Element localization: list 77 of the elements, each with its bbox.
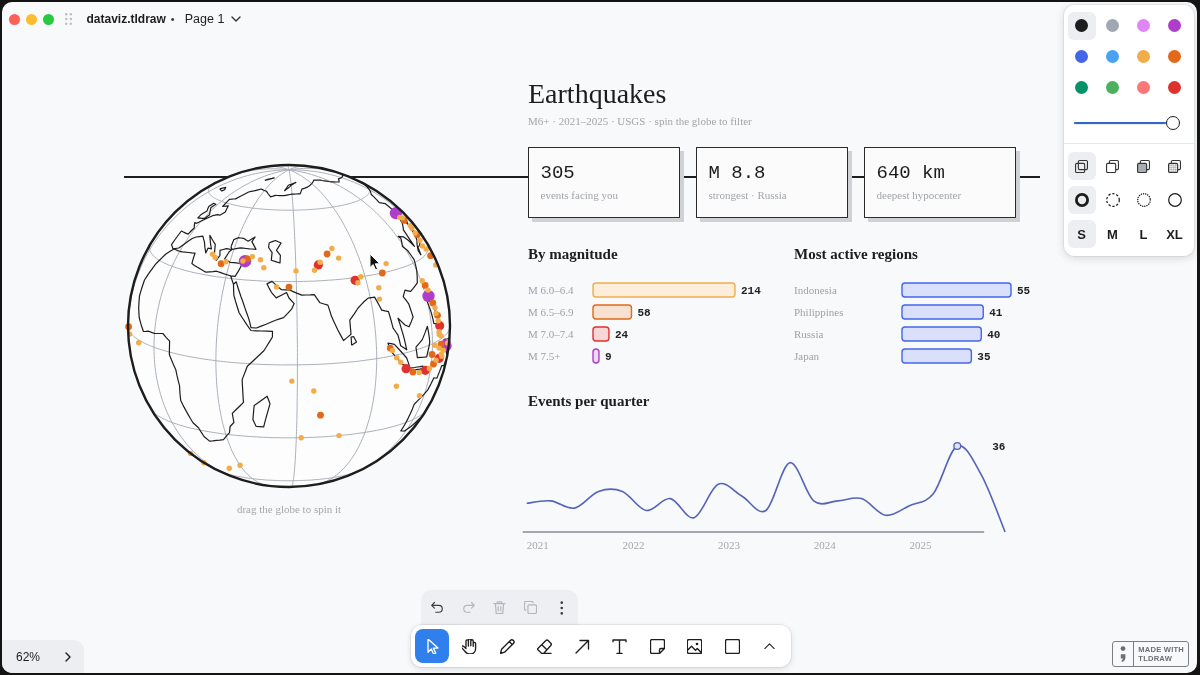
dashboard-subtitle: M6+ · 2021–2025 · USGS · spin the globe to filter (528, 114, 753, 129)
axis-label: 2023 (718, 538, 741, 551)
solid-squares-icon (1137, 159, 1150, 173)
stat-value: M 8.8 (708, 162, 767, 184)
slider-thumb[interactable] (1166, 116, 1180, 130)
more-icon (559, 600, 564, 615)
peak-label: 36 (992, 440, 1006, 453)
stat-value: 305 (540, 162, 576, 184)
chevron-down-icon (231, 16, 242, 22)
bar-value: 55 (1017, 284, 1031, 297)
bar-label: Indonesia (794, 283, 837, 296)
size-option-button[interactable]: S (1067, 220, 1096, 248)
axis-label: 2025 (909, 538, 932, 551)
bar-value: 214 (741, 284, 761, 297)
stat-label: deepest hypocenter (876, 188, 963, 202)
bar-label: Russia (794, 327, 824, 340)
redo-icon (462, 601, 475, 614)
chevron-up-icon (764, 642, 775, 650)
stat-label: strongest · Russia (708, 188, 788, 202)
dotted-circle-icon (1136, 193, 1151, 207)
bar-value: 40 (987, 328, 1001, 341)
trash-icon (493, 601, 506, 614)
bar-value: 41 (989, 306, 1003, 319)
stat-value: 640 km (876, 162, 946, 184)
hand-icon (462, 638, 477, 654)
eraser-icon (537, 638, 552, 654)
axis-label: 2022 (622, 538, 645, 551)
undo-icon (431, 601, 444, 614)
bar-label: M 6.5–6.9 (528, 305, 574, 318)
pointer-icon (424, 638, 440, 654)
logo-icon (1120, 646, 1127, 662)
hatched-squares-icon (1168, 159, 1181, 173)
bar-value: 9 (604, 350, 612, 363)
file-name: dataviz.tldraw (86, 12, 166, 26)
select-tool-button[interactable] (415, 629, 449, 663)
image-icon (687, 638, 702, 654)
bar-value: 58 (637, 306, 651, 319)
bar-value: 35 (977, 350, 991, 363)
axis-label: 2021 (526, 538, 549, 551)
text-icon (612, 638, 627, 654)
pencil-icon (499, 638, 515, 654)
zoom-level-button[interactable]: 62% (14, 647, 43, 666)
axis-label: 2024 (813, 538, 836, 551)
chart-title: Most active regions (794, 245, 919, 264)
globe[interactable] (125, 162, 453, 490)
bar-label: M 7.5+ (528, 349, 561, 362)
semi-filled-squares-icon (1106, 159, 1119, 173)
size-option-button[interactable]: XL (1160, 220, 1189, 248)
bar-label: M 6.0–6.4 (528, 283, 574, 296)
bar-value: 24 (614, 328, 629, 341)
unsaved-dot: • (170, 13, 175, 25)
dashboard-title: Earthquakes (528, 77, 668, 111)
color-option-button[interactable] (1067, 11, 1096, 40)
duplicate-icon (524, 601, 537, 614)
circle-icon (1167, 193, 1182, 207)
dash-option-button[interactable] (1067, 186, 1096, 214)
thick-ring-icon (1074, 193, 1089, 207)
chevron-right-icon (65, 651, 71, 662)
bar-label: M 7.0–7.4 (528, 327, 574, 340)
chart-title: Events per quarter (528, 391, 651, 411)
globe-caption: drag the globe to spin it (235, 502, 343, 516)
outlined-squares-icon (1075, 159, 1088, 173)
drag-handle-icon (64, 13, 72, 25)
stat-label: events facing you (540, 188, 620, 202)
dashed-circle-icon (1105, 193, 1120, 207)
sticky-note-icon (649, 638, 665, 654)
bar-label: Philippines (794, 305, 844, 318)
chart-title: By magnitude (528, 245, 619, 264)
size-option-button[interactable]: L (1129, 220, 1158, 248)
size-option-button[interactable]: M (1098, 220, 1127, 248)
fill-option-button[interactable] (1067, 152, 1096, 180)
arrow-icon (574, 638, 590, 654)
mouse-pointer-icon (369, 253, 381, 271)
close-window-button[interactable] (8, 13, 20, 25)
page-menu-button[interactable]: Page 1 (182, 7, 244, 31)
peak-marker-icon (953, 441, 962, 450)
bar-label: Japan (794, 349, 820, 362)
